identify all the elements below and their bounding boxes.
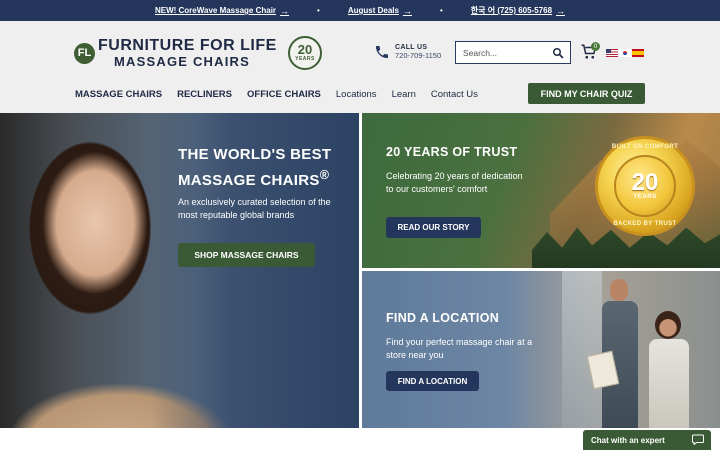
arrow-right-icon: → — [280, 5, 290, 16]
search-input[interactable] — [456, 47, 548, 58]
separator-dot: • — [317, 6, 320, 15]
medal-bottom-text: BACKED BY TRUST — [613, 221, 677, 227]
nav-office-chairs[interactable]: OFFICE CHAIRS — [247, 89, 321, 100]
corewave-promo-label: NEW! CoreWave Massage Chair — [154, 6, 277, 15]
location-title: FIND A LOCATION — [386, 311, 500, 325]
korean-phone-link[interactable]: 한국 어 (725) 605-5768 → — [471, 5, 565, 16]
august-deals-link[interactable]: August Deals → — [348, 6, 412, 16]
call-us[interactable]: CALL US 720-709-1150 — [374, 44, 441, 60]
call-us-number: 720-709-1150 — [395, 51, 442, 60]
phone-icon — [376, 46, 388, 58]
shop-massage-chairs-button[interactable]: SHOP MASSAGE CHAIRS — [178, 243, 315, 267]
nav-learn[interactable]: Learn — [392, 89, 416, 100]
twenty-years-badge: 20 YEARS — [288, 36, 322, 70]
august-deals-label: August Deals — [347, 6, 399, 15]
twenty-years-medal: BUILT ON COMFORT 20 YEARS BACKED BY TRUS… — [595, 136, 695, 236]
search-button[interactable] — [548, 43, 568, 63]
nav-contact-us[interactable]: Contact Us — [431, 89, 478, 100]
nav-recliners[interactable]: RECLINERS — [177, 89, 232, 100]
logo-text: FURNITURE FOR LIFE MASSAGE CHAIRS — [98, 37, 277, 69]
chat-widget-button[interactable]: Chat with an expert — [583, 430, 711, 450]
badge-label: YEARS — [295, 56, 315, 62]
read-our-story-button[interactable]: READ OUR STORY — [386, 217, 481, 238]
es-flag-icon[interactable] — [632, 49, 644, 57]
trust-subtitle: Celebrating 20 years of dedication to ou… — [386, 171, 523, 194]
find-a-location-button[interactable]: FIND A LOCATION — [386, 371, 479, 391]
registered-mark: ® — [319, 168, 330, 182]
medal-top-text: BUILT ON COMFORT — [611, 144, 679, 150]
site-logo[interactable]: FL FURNITURE FOR LIFE MASSAGE CHAIRS — [74, 37, 277, 69]
main-nav: MASSAGE CHAIRS RECLINERS OFFICE CHAIRS L… — [75, 89, 493, 100]
us-flag-icon[interactable] — [606, 49, 618, 57]
find-my-chair-quiz-button[interactable]: FIND MY CHAIR QUIZ — [528, 83, 645, 104]
corewave-promo-link[interactable]: NEW! CoreWave Massage Chair → — [155, 6, 289, 16]
logo-mark-icon: FL — [74, 42, 95, 64]
badge-number: 20 — [297, 42, 313, 57]
search-icon — [553, 47, 564, 58]
hero-main-subtitle: An exclusively curated selection of the … — [178, 197, 331, 220]
call-us-text: CALL US 720-709-1150 — [395, 44, 441, 60]
medal-center: 20 YEARS — [614, 155, 676, 217]
nav-massage-chairs[interactable]: MASSAGE CHAIRS — [75, 89, 162, 100]
site-header: FL FURNITURE FOR LIFE MASSAGE CHAIRS 20 … — [0, 21, 720, 113]
announcement-bar: NEW! CoreWave Massage Chair → • August D… — [0, 0, 720, 21]
cart-count-badge: 0 — [591, 42, 600, 51]
korean-phone-label: 한국 어 (725) 605-5768 — [470, 6, 553, 15]
chat-label: Chat with an expert — [591, 435, 665, 445]
hero-main-banner: THE WORLD'S BEST MASSAGE CHAIRS® An excl… — [0, 113, 359, 428]
nav-locations[interactable]: Locations — [336, 89, 377, 100]
language-flags — [606, 49, 644, 57]
logo-line2: MASSAGE CHAIRS — [114, 54, 250, 69]
location-banner: FIND A LOCATION Find your perfect massag… — [362, 271, 720, 428]
window-image — [562, 271, 602, 428]
medal-number: 20 — [631, 169, 659, 196]
arrow-right-icon: → — [402, 5, 412, 16]
hero-main-title: THE WORLD'S BEST MASSAGE CHAIRS® — [178, 145, 353, 191]
chat-bubble-icon — [692, 434, 704, 445]
logo-line1: FURNITURE FOR LIFE — [98, 37, 277, 54]
hero-title-line2: MASSAGE CHAIRS — [178, 172, 320, 189]
trust-title: 20 YEARS OF TRUST — [386, 145, 518, 159]
trust-banner: 20 YEARS OF TRUST Celebrating 20 years o… — [362, 113, 720, 268]
separator-dot: • — [439, 6, 443, 15]
location-subtitle: Find your perfect massage chair at a sto… — [386, 337, 533, 360]
woman-image — [647, 311, 691, 428]
search-box — [455, 41, 571, 64]
medal-label: YEARS — [633, 194, 657, 200]
kr-flag-icon[interactable] — [619, 49, 631, 57]
hero-title-line1: THE WORLD'S BEST — [178, 146, 332, 163]
call-us-label: CALL US — [395, 44, 428, 51]
arrow-right-icon: → — [556, 5, 566, 16]
